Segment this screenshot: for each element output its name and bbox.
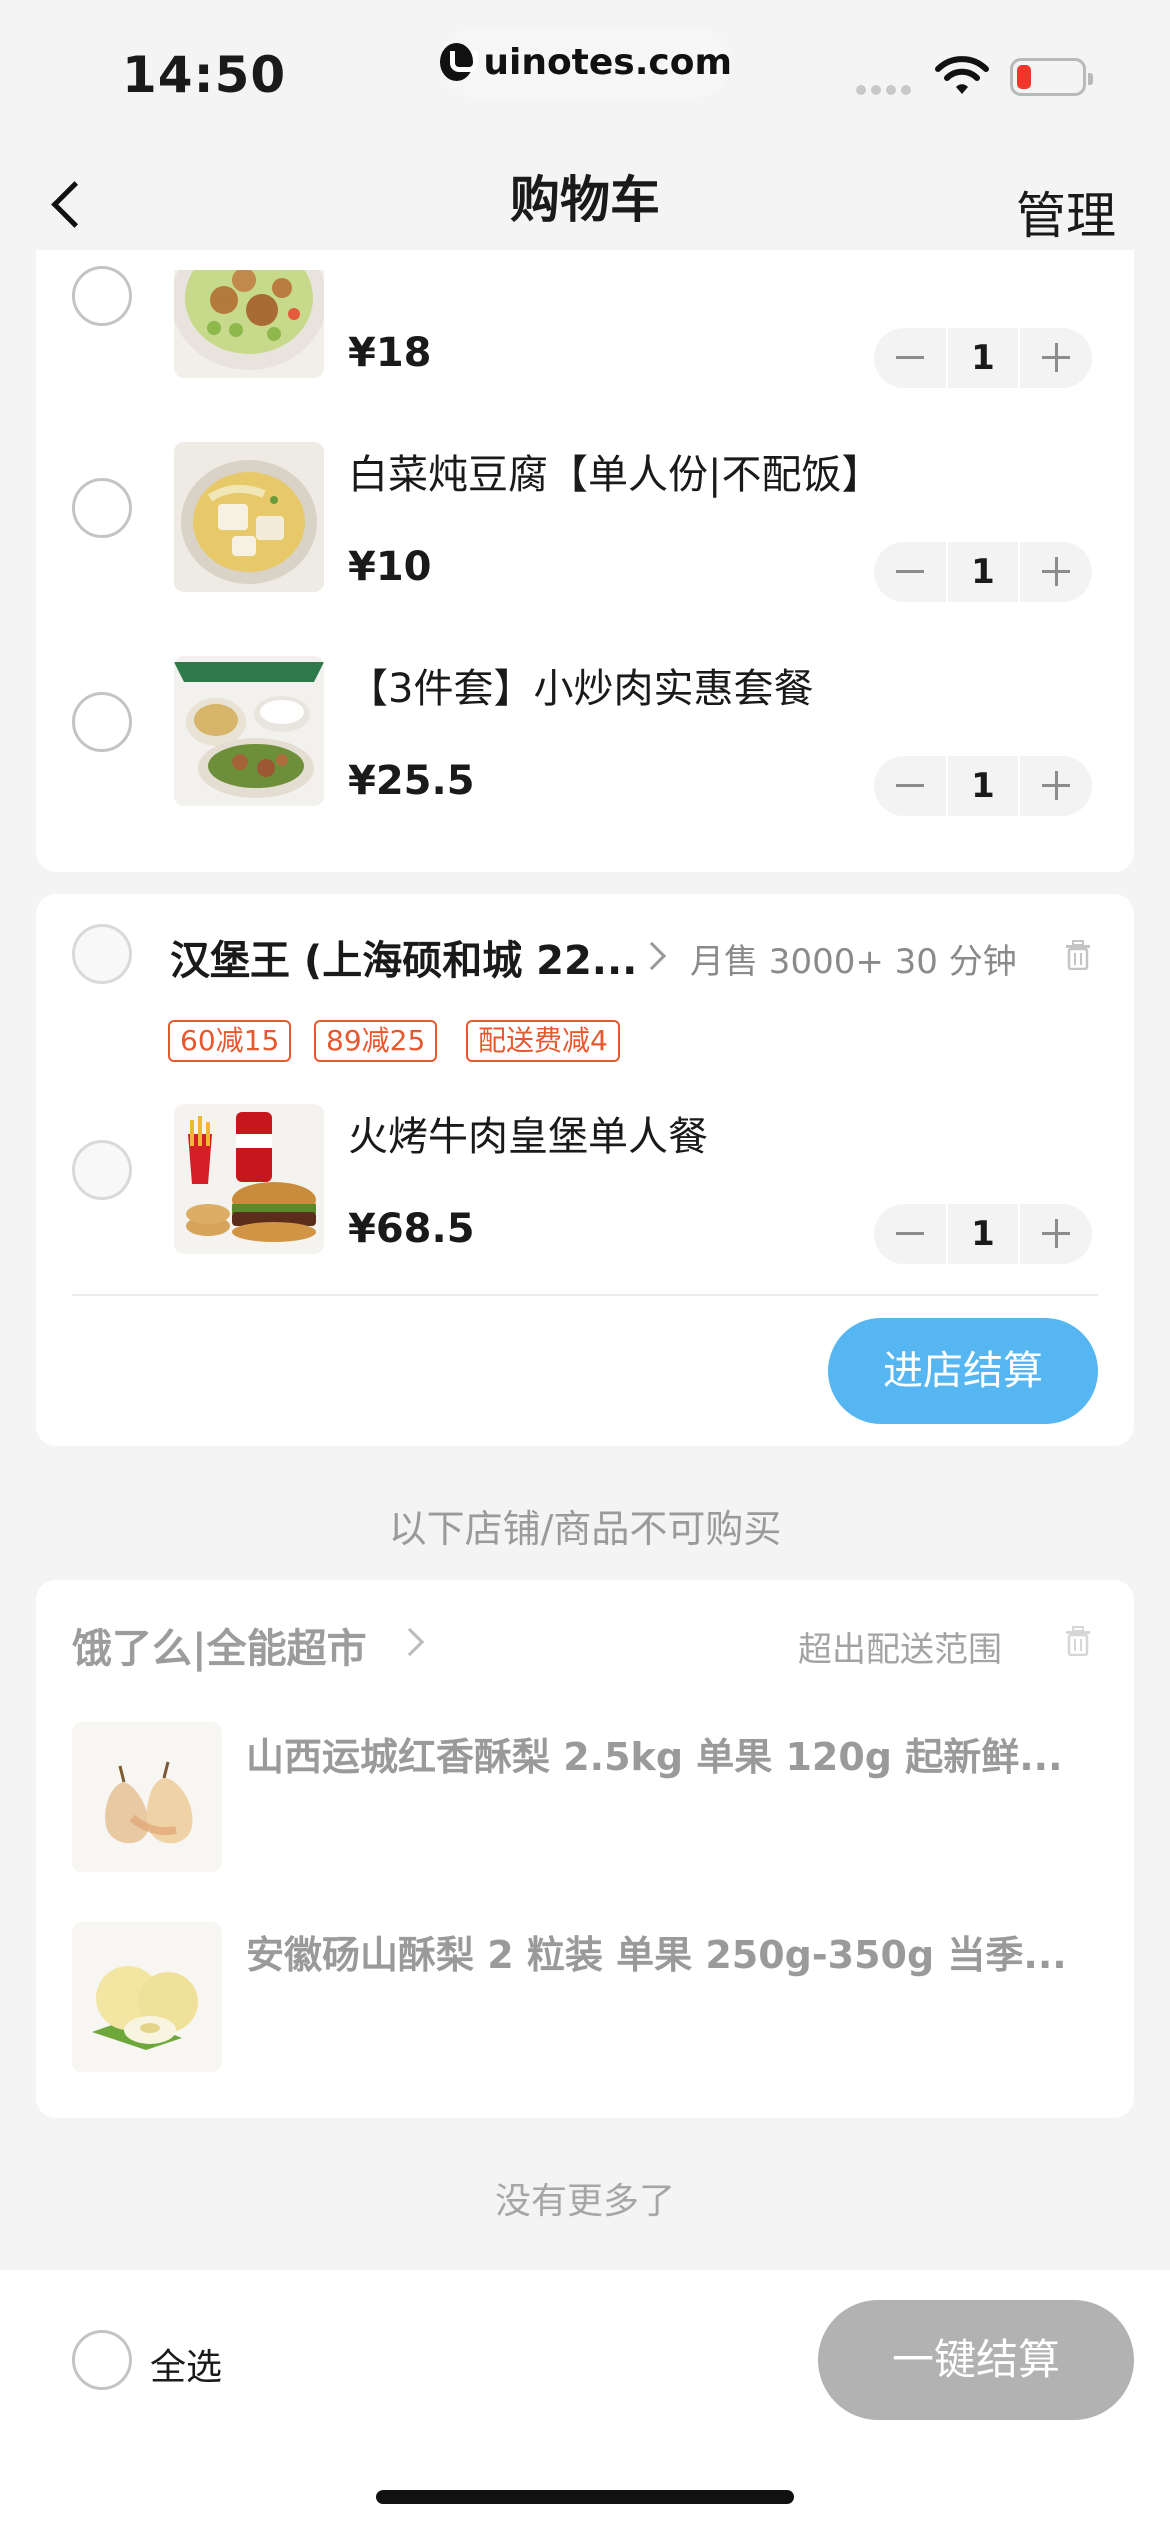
item-thumbnail [174, 1104, 324, 1254]
unavailable-hint: 以下店铺/商品不可购买 [388, 1507, 782, 1551]
increase-button[interactable] [1020, 1204, 1092, 1264]
crisp-pear-image [72, 1922, 222, 2072]
decrease-button[interactable] [874, 756, 946, 816]
burger-meal-image [174, 1104, 324, 1254]
quantity-stepper: 1 [874, 756, 1092, 816]
trash-icon[interactable] [1064, 1626, 1092, 1656]
promo-tag: 89减25 [314, 1020, 438, 1062]
quantity-value: 1 [946, 1204, 1020, 1264]
decrease-button[interactable] [874, 1204, 946, 1264]
increase-button[interactable] [1020, 542, 1092, 602]
no-more-text: 没有更多了 [494, 2181, 675, 2222]
uinotes-logo-icon [440, 43, 479, 81]
cellular-signal-icon [856, 85, 911, 95]
trash-icon[interactable] [1064, 940, 1092, 970]
battery-icon [1010, 58, 1093, 96]
promo-tag: 配送费减4 [466, 1020, 620, 1062]
store-checkbox[interactable] [72, 924, 132, 984]
select-all-label[interactable]: 全选 [150, 2338, 222, 2390]
stir-fry-edamame-image [174, 270, 324, 378]
page-title: 购物车 [510, 171, 660, 229]
item-name: 白菜炖豆腐【单人份|不配饭】 [348, 452, 882, 498]
item-thumbnail [72, 1722, 222, 1872]
select-all-checkbox[interactable] [72, 2330, 132, 2390]
item-name: 火烤牛肉皇堡单人餐 [348, 1114, 708, 1160]
manage-button[interactable]: 管理 [1016, 176, 1116, 248]
item-checkbox[interactable] [72, 266, 132, 326]
store-name[interactable]: 饿了么|全能超市 [72, 1616, 367, 1674]
item-name: 山西运城红香酥梨 2.5kg 单果 120g 起新鲜... [246, 1735, 1063, 1779]
increase-button[interactable] [1020, 756, 1092, 816]
cabbage-tofu-image [174, 442, 324, 592]
divider [72, 1294, 1098, 1296]
checkout-all-button[interactable]: 一键结算 [818, 2300, 1134, 2420]
store-status: 超出配送范围 [798, 1630, 1002, 1670]
quantity-value: 1 [946, 328, 1020, 388]
item-thumbnail [174, 656, 324, 806]
increase-button[interactable] [1020, 328, 1092, 388]
store-name[interactable]: 汉堡王 (上海硕和城 22... [170, 928, 637, 986]
quantity-value: 1 [946, 756, 1020, 816]
item-price: ¥25.5 [348, 758, 475, 804]
home-indicator [376, 2490, 794, 2504]
quantity-value: 1 [946, 542, 1020, 602]
promo-tag: 60减15 [168, 1020, 292, 1062]
item-checkbox[interactable] [72, 1140, 132, 1200]
quantity-stepper: 1 [874, 1204, 1092, 1264]
wifi-icon [935, 56, 989, 94]
store-checkout-button[interactable]: 进店结算 [828, 1318, 1098, 1424]
item-name: 【3件套】小炒肉实惠套餐 [348, 666, 814, 712]
quantity-stepper: 1 [874, 328, 1092, 388]
decrease-button[interactable] [874, 328, 946, 388]
item-price: ¥68.5 [348, 1206, 475, 1252]
item-price: ¥18 [348, 330, 432, 376]
decrease-button[interactable] [874, 542, 946, 602]
pork-set-meal-image [174, 656, 324, 806]
status-time: 14:50 [122, 46, 287, 104]
item-thumbnail [72, 1922, 222, 2072]
store-meta: 月售 3000+ 30 分钟 [690, 942, 1017, 982]
red-pear-image [72, 1722, 222, 1872]
item-name: 安徽砀山酥梨 2 粒装 单果 250g-350g 当季... [246, 1933, 1067, 1977]
item-checkbox[interactable] [72, 478, 132, 538]
item-thumbnail [174, 270, 324, 378]
item-thumbnail [174, 442, 324, 592]
item-checkbox[interactable] [72, 692, 132, 752]
item-price: ¥10 [348, 544, 432, 590]
quantity-stepper: 1 [874, 542, 1092, 602]
url-pill[interactable]: uinotes.com [440, 26, 732, 98]
url-text: uinotes.com [483, 41, 732, 83]
